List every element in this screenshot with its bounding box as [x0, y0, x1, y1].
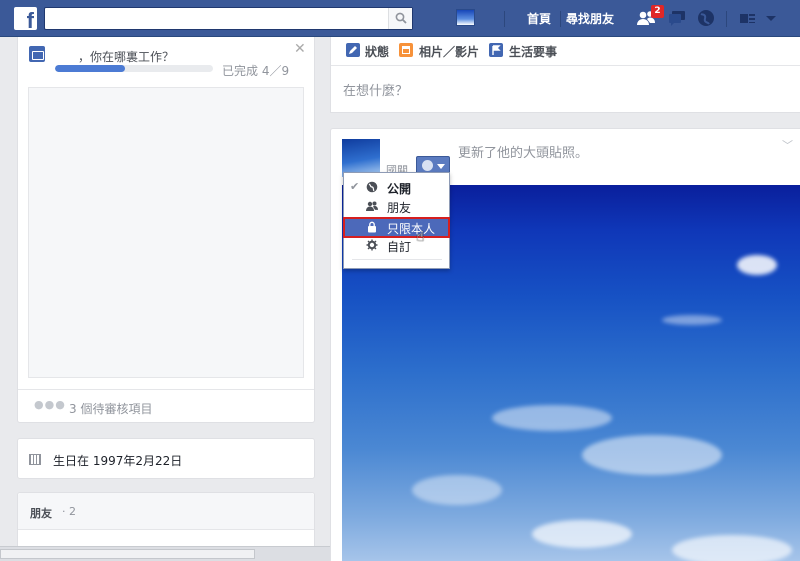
search-input[interactable]: [45, 8, 385, 29]
nav-home-link[interactable]: 首頁: [527, 10, 551, 27]
privacy-option-label: 只限本人: [387, 222, 436, 236]
tab-status[interactable]: 狀態: [365, 43, 389, 60]
friend-requests-badge: 2: [651, 5, 664, 18]
hand-cursor-icon: ☝: [416, 229, 425, 245]
nav-find-friends-link[interactable]: 尋找朋友: [566, 10, 614, 27]
birthday-text: 生日在 1997年2月22日: [53, 454, 183, 468]
menu-divider: [352, 259, 442, 260]
friends-header: 朋友 · 2: [18, 493, 314, 530]
cloud: [412, 475, 502, 505]
top-bar: f 首頁 尋找朋友 2: [0, 0, 800, 37]
tab-life-event[interactable]: 生活要事: [509, 43, 557, 60]
tab-photo-video[interactable]: 相片／影片: [419, 43, 479, 60]
content-placeholder: [28, 87, 304, 378]
cloud: [662, 315, 722, 325]
privacy-option-label: 自訂: [387, 240, 412, 254]
cloud: [737, 255, 777, 275]
privacy-dropdown-menu: ✔ 公開 朋友 只限本人 自訂: [343, 172, 450, 269]
lock-icon: [368, 221, 376, 233]
post-action-text: 更新了他的大頭貼照。: [458, 146, 589, 161]
more-dots-icon: ●●●: [34, 398, 66, 411]
pencil-icon: [346, 43, 360, 57]
privacy-shortcuts-icon[interactable]: [738, 8, 758, 28]
account-menu-chevron-down-icon[interactable]: [764, 8, 778, 28]
privacy-option-custom[interactable]: 自訂: [344, 236, 449, 255]
nav-divider: [560, 11, 561, 27]
globe-icon: [366, 181, 378, 193]
privacy-option-only-me[interactable]: 只限本人: [343, 217, 450, 238]
calendar-icon: [29, 454, 41, 465]
work-question[interactable]: ，你在哪裏工作？: [78, 48, 174, 65]
privacy-option-label: 朋友: [387, 201, 412, 215]
facebook-logo[interactable]: f: [14, 7, 37, 32]
gear-icon: [366, 239, 378, 251]
horizontal-scrollbar[interactable]: [0, 546, 372, 561]
status-composer: 狀態 相片／影片 生活要事 在想什麼？: [330, 37, 800, 113]
friends-icon: [366, 201, 378, 211]
profile-completion-card: ，你在哪裏工作？ ✕ 已完成 4／9 ●●● 3 個待審核項目: [17, 37, 315, 423]
profile-thumbnail[interactable]: [456, 9, 475, 26]
completion-progress-fill: [55, 65, 126, 72]
search-box: [44, 7, 413, 30]
completion-progress-bar: [55, 65, 213, 72]
cloud: [582, 435, 722, 475]
photo-icon: [399, 43, 413, 57]
messages-icon[interactable]: [667, 8, 687, 28]
pending-items-text[interactable]: 3 個待審核項目: [69, 400, 152, 417]
search-icon: [395, 12, 407, 24]
briefcase-icon: [29, 46, 45, 62]
friends-title[interactable]: 朋友: [30, 505, 52, 521]
nav-divider: [504, 11, 505, 27]
globe-icon: [422, 160, 433, 171]
check-icon: ✔: [350, 180, 360, 193]
friends-count: · 2: [62, 505, 76, 518]
nav-divider: [726, 11, 727, 27]
composer-tabs: 狀態 相片／影片 生活要事: [331, 37, 800, 66]
caret-down-icon: [437, 164, 445, 169]
privacy-option-label: 公開: [387, 182, 412, 196]
close-icon[interactable]: ✕: [294, 41, 306, 57]
cloud: [672, 535, 792, 561]
pending-items-row[interactable]: ●●● 3 個待審核項目: [18, 389, 314, 422]
post-options-chevron-icon[interactable]: ﹀: [782, 137, 793, 153]
life-event-flag-icon: [489, 43, 503, 57]
privacy-option-friends[interactable]: 朋友: [344, 197, 449, 216]
notifications-globe-icon[interactable]: [696, 8, 716, 28]
privacy-option-public[interactable]: ✔ 公開: [344, 178, 449, 197]
composer-input[interactable]: 在想什麼？: [343, 80, 408, 99]
cloud: [532, 520, 632, 548]
search-button[interactable]: [388, 8, 412, 29]
birthday-card: 生日在 1997年2月22日: [17, 438, 315, 479]
horizontal-scrollbar-thumb[interactable]: [0, 549, 255, 559]
completion-progress-text: 已完成 4／9: [222, 64, 290, 78]
cloud: [492, 405, 612, 431]
